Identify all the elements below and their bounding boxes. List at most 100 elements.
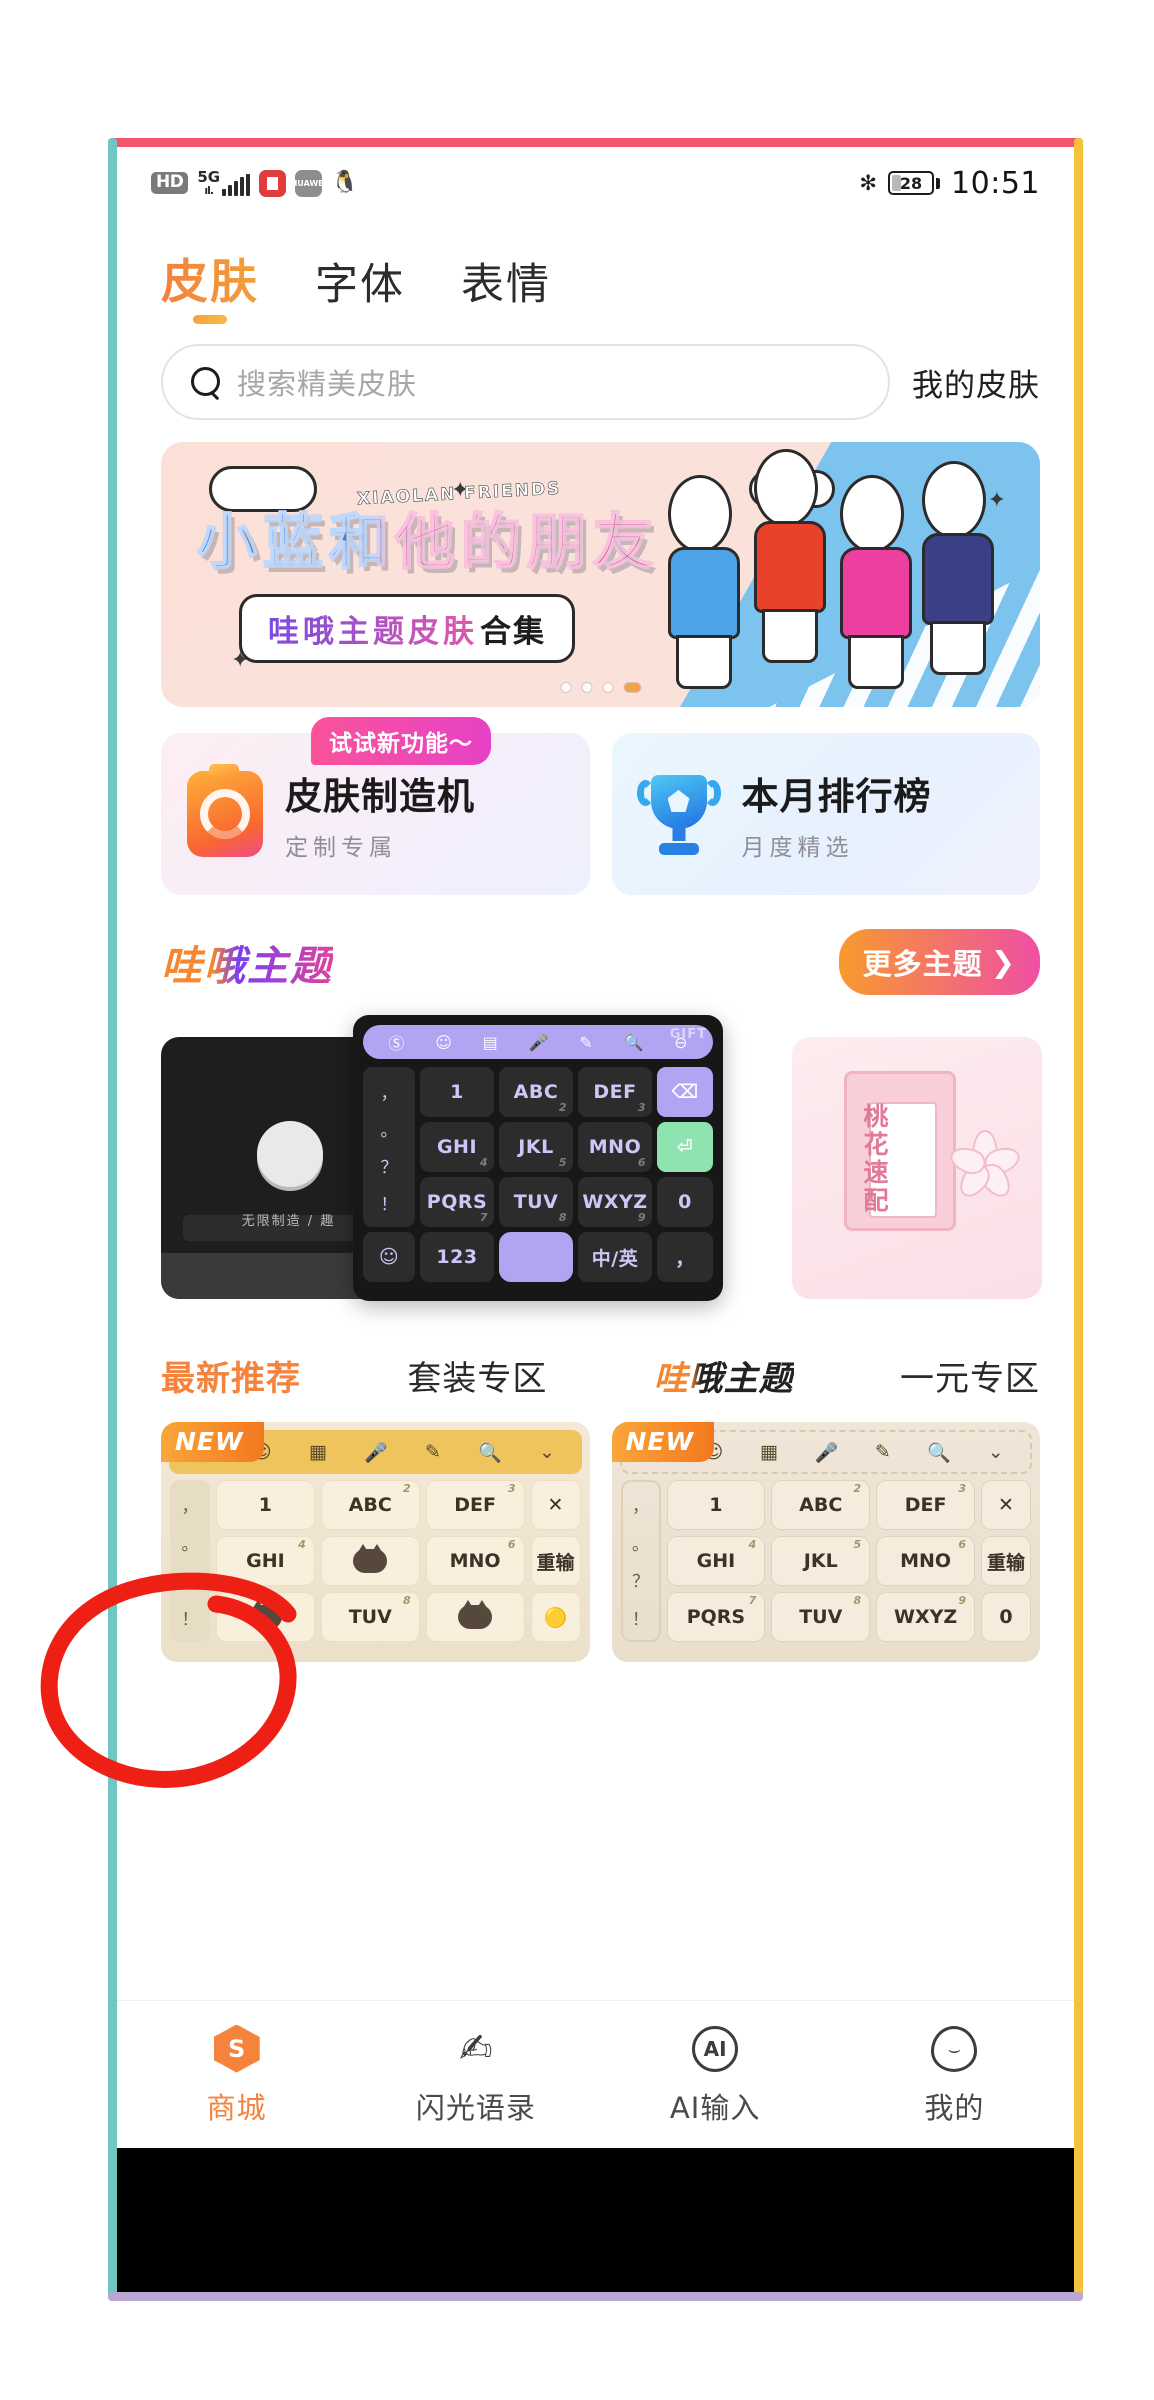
keyboard-icon: ▦ bbox=[759, 1441, 778, 1463]
key-language[interactable]: 中/英 bbox=[578, 1232, 652, 1282]
nav-item-profile[interactable]: ⌣ 我的 bbox=[835, 2023, 1074, 2127]
hd-icon: HD bbox=[151, 172, 189, 194]
key-1: 1 bbox=[666, 1480, 766, 1530]
key-tuv[interactable]: TUV 8 bbox=[499, 1177, 573, 1227]
banner-dot-active[interactable] bbox=[623, 682, 641, 693]
skin-keys: ， 。 ？ ！ 1 2 ABC 3 DEF ✕ 4 GHI 6 MNO 重输 8 TUV bbox=[161, 1480, 590, 1642]
keyboard-preview-dark[interactable]: GIFT Ⓢ ☺ ▤ 🎤 ✎ 🔍 ⊖ ， 。 ？ ！ 1 ABC 2 DEF 3… bbox=[353, 1015, 723, 1301]
punct-period: 。 bbox=[380, 1121, 398, 1141]
keyboard-toolbar: Ⓢ ☺ ▤ 🎤 ✎ 🔍 ⊖ bbox=[363, 1025, 713, 1059]
banner-dot[interactable] bbox=[560, 682, 571, 693]
new-badge: NEW bbox=[161, 1422, 264, 1462]
key-pqrs[interactable]: PQRS 7 bbox=[420, 1177, 494, 1227]
keyboard-icon[interactable]: ▤ bbox=[483, 1033, 498, 1052]
sogou-logo-icon[interactable]: Ⓢ bbox=[388, 1030, 404, 1054]
battery-icon: 28 bbox=[888, 171, 941, 195]
skin-maker-card[interactable]: 皮肤制造机 定制专属 试试新功能～ bbox=[161, 717, 590, 895]
mic-icon[interactable]: 🎤 bbox=[529, 1033, 549, 1052]
key-delete: ✕ bbox=[981, 1480, 1031, 1530]
theme-card-sakura-text: 桃花速配 bbox=[863, 1102, 889, 1215]
network-label: 5G bbox=[197, 168, 221, 186]
search-input[interactable]: 搜索精美皮肤 bbox=[161, 344, 890, 420]
key-delete: ✕ bbox=[530, 1480, 581, 1530]
key-def[interactable]: DEF 3 bbox=[578, 1067, 652, 1117]
key-wxyz[interactable]: WXYZ 9 bbox=[578, 1177, 652, 1227]
skin-card[interactable]: NEW Ⓢ ☺ ▦ 🎤 ✎ 🔍 ⌄ ， 。 ？ ！ bbox=[611, 1422, 1041, 1662]
banner-dot[interactable] bbox=[602, 682, 613, 693]
tab-fonts-label: 字体 bbox=[315, 260, 405, 310]
key-punctuation[interactable]: ， 。 ？ ！ bbox=[363, 1067, 415, 1227]
theme-card-sakura[interactable]: 桃花速配 bbox=[792, 1037, 1042, 1299]
key-mno[interactable]: MNO 6 bbox=[578, 1122, 652, 1172]
tab-skins[interactable]: 皮肤 bbox=[161, 243, 259, 328]
chevron-right-icon: ❯ bbox=[990, 945, 1016, 979]
status-bar-right: ✻ 28 10:51 bbox=[859, 166, 1040, 201]
mic-icon: 🎤 bbox=[814, 1441, 839, 1464]
skin-grid: NEW Ⓢ ☺ ▦ 🎤 ✎ 🔍 ⌄ ， 。 ？ ！ bbox=[161, 1422, 1040, 1662]
key-1[interactable]: 1 bbox=[420, 1067, 494, 1117]
handwriting-icon[interactable]: ✎ bbox=[579, 1033, 592, 1052]
key-ghi: 4 GHI bbox=[666, 1536, 766, 1586]
key-punctuation: ， 。 ？ ！ bbox=[621, 1480, 661, 1642]
handwriting-icon: ✎ bbox=[424, 1441, 441, 1463]
gray-app-icon: HUAWEI bbox=[291, 169, 327, 197]
tab-emoji[interactable]: 表情 bbox=[461, 250, 551, 328]
key-0[interactable]: 0 bbox=[657, 1177, 713, 1227]
shop-icon: S bbox=[211, 2023, 263, 2075]
key-symbols[interactable]: 123 bbox=[420, 1232, 494, 1282]
nav-item-quotes-label: 闪光语录 bbox=[415, 2090, 536, 2125]
sakura-flower-icon bbox=[946, 1130, 1024, 1203]
key-enter[interactable]: ⏎ bbox=[657, 1122, 713, 1172]
filter-one-yuan[interactable]: 一元专区 bbox=[900, 1351, 1040, 1400]
key-emoji[interactable]: ☺ bbox=[363, 1232, 415, 1282]
skin-card[interactable]: NEW Ⓢ ☺ ▦ 🎤 ✎ 🔍 ⌄ ， 。 ？ ！ bbox=[161, 1422, 590, 1662]
tab-fonts[interactable]: 字体 bbox=[315, 250, 405, 328]
key-delete[interactable]: ⌫ bbox=[657, 1067, 713, 1117]
theme-carousel[interactable]: 无限制造 / 趣 桃花速配 GIFT Ⓢ ☺ ▤ 🎤 ✎ 🔍 ⊖ ， 。 ？ ！… bbox=[161, 1015, 1074, 1325]
key-abc: 2 ABC bbox=[320, 1480, 420, 1530]
monthly-ranking-card[interactable]: 本月排行榜 月度精选 bbox=[611, 733, 1040, 895]
my-skins-link[interactable]: 我的皮肤 bbox=[912, 360, 1040, 405]
banner-pill: 哇哦主题皮肤 合集 bbox=[239, 594, 575, 663]
key-0: 0 bbox=[981, 1592, 1031, 1642]
key-tuv: 8 TUV bbox=[771, 1592, 871, 1642]
key-ghi: 4 GHI bbox=[216, 1536, 315, 1586]
frame-edge-bottom bbox=[108, 2292, 1083, 2301]
quote-sparkle-icon: ✍ bbox=[459, 2025, 493, 2072]
skin-maker-title: 皮肤制造机 bbox=[285, 775, 475, 818]
banner-dot[interactable] bbox=[581, 682, 592, 693]
emoji-icon[interactable]: ☺ bbox=[435, 1033, 452, 1052]
banner-pagination[interactable] bbox=[560, 682, 641, 693]
key-jkl: 5 JKL bbox=[771, 1536, 871, 1586]
chevron-down-icon: ⌄ bbox=[987, 1441, 1004, 1463]
filter-latest[interactable]: 最新推荐 bbox=[161, 1351, 301, 1400]
new-badge: NEW bbox=[611, 1422, 715, 1462]
top-tab-bar: 皮肤 字体 表情 bbox=[117, 219, 1074, 328]
key-abc[interactable]: ABC 2 bbox=[499, 1067, 573, 1117]
promo-banner[interactable]: ✦ ✦ ✦ 小蓝和他的朋友 XIAOLAN FRIENDS 哇哦主题皮肤 合集 bbox=[161, 442, 1040, 707]
more-themes-button[interactable]: 更多主题 ❯ bbox=[838, 929, 1040, 995]
key-wxyz-cat bbox=[425, 1592, 525, 1642]
key-jkl[interactable]: JKL 5 bbox=[499, 1122, 573, 1172]
key-ball: 🟡 bbox=[530, 1592, 581, 1642]
bluetooth-icon: ✻ bbox=[859, 170, 878, 195]
search-icon[interactable]: 🔍 bbox=[623, 1033, 643, 1052]
filter-wowo-theme[interactable]: 哇哦主题 bbox=[654, 1351, 794, 1400]
search-icon: 🔍 bbox=[927, 1441, 952, 1464]
filter-bundles[interactable]: 套装专区 bbox=[407, 1351, 547, 1400]
skin-keys: ， 。 ？ ！ 1 2 ABC 3 DEF ✕ 4 GHI 5 JKL 6 MNO 重输 … bbox=[612, 1480, 1041, 1642]
key-space[interactable] bbox=[499, 1232, 573, 1282]
key-punctuation: ， 。 ？ ！ bbox=[170, 1480, 210, 1642]
bottom-nav: S 商城 ✍ 闪光语录 AI AI输入 ⌣ 我的 bbox=[117, 2000, 1074, 2148]
key-comma-panel[interactable]: ， bbox=[657, 1232, 713, 1282]
nav-item-quotes[interactable]: ✍ 闪光语录 bbox=[356, 2023, 595, 2127]
nav-item-shop-label: 商城 bbox=[206, 2090, 267, 2125]
screenshot-root: HD 5G ıl. HUAWEI 🐧 ✻ 28 10:51 皮肤 字体 表情 搜… bbox=[0, 0, 1154, 2400]
nav-item-profile-label: 我的 bbox=[924, 2090, 985, 2125]
nav-item-shop[interactable]: S 商城 bbox=[117, 2023, 356, 2127]
monthly-ranking-title: 本月排行榜 bbox=[741, 775, 932, 818]
more-icon[interactable]: ⊖ bbox=[674, 1033, 687, 1052]
nav-item-ai[interactable]: AI AI输入 bbox=[596, 2023, 835, 2127]
key-def: 3 DEF bbox=[876, 1480, 975, 1530]
key-ghi[interactable]: GHI 4 bbox=[420, 1122, 494, 1172]
